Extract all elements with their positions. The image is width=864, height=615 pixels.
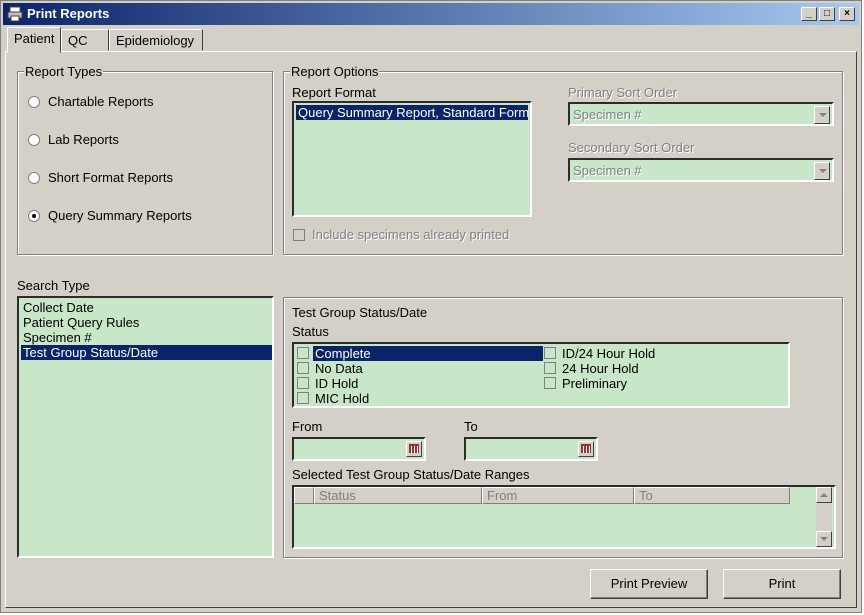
search-type-list[interactable]: Collect Date Patient Query Rules Specime… — [17, 296, 274, 558]
radio-label-chartable[interactable]: Chartable Reports — [48, 94, 154, 109]
secondary-sort-label: Secondary Sort Order — [568, 140, 695, 155]
status-item-24-hour-hold[interactable]: 24 Hour Hold — [560, 361, 639, 376]
ranges-row-header — [294, 487, 314, 504]
report-format-list[interactable]: Query Summary Report, Standard Format — [292, 101, 532, 217]
search-type-item[interactable]: Specimen # — [21, 330, 272, 345]
primary-sort-combo[interactable]: Specimen # — [568, 102, 834, 126]
status-checkbox-complete[interactable] — [297, 347, 309, 359]
secondary-sort-value: Specimen # — [573, 163, 642, 178]
report-format-label: Report Format — [292, 85, 376, 100]
status-checkbox-preliminary[interactable] — [544, 377, 556, 389]
primary-sort-value: Specimen # — [573, 107, 642, 122]
secondary-sort-dropdown-icon[interactable] — [814, 162, 830, 180]
ranges-col-status[interactable]: Status — [314, 487, 482, 504]
status-checkbox-id-hold[interactable] — [297, 377, 309, 389]
radio-label-lab[interactable]: Lab Reports — [48, 132, 119, 147]
tab-patient-label: Patient — [14, 31, 55, 46]
status-checklist[interactable]: Complete No Data ID Hold MIC Hold ID/24 … — [292, 342, 790, 408]
secondary-sort-combo[interactable]: Specimen # — [568, 158, 834, 182]
from-calendar-icon[interactable] — [406, 441, 422, 457]
status-item-complete[interactable]: Complete — [313, 346, 543, 361]
maximize-button[interactable]: □ — [819, 7, 835, 21]
status-item-id-hold[interactable]: ID Hold — [313, 376, 358, 391]
radio-chartable-reports[interactable] — [28, 96, 40, 108]
ranges-col-from[interactable]: From — [482, 487, 634, 504]
tab-qc[interactable]: QC — [61, 29, 109, 51]
to-date-field[interactable] — [464, 437, 598, 461]
search-type-item-selected[interactable]: Test Group Status/Date — [21, 345, 272, 360]
report-options-group: Report Options Report Format Query Summa… — [283, 64, 843, 255]
radio-query-summary-reports[interactable] — [28, 210, 40, 222]
ranges-col-to[interactable]: To — [634, 487, 790, 504]
ranges-label: Selected Test Group Status/Date Ranges — [292, 467, 530, 482]
from-date-field[interactable] — [292, 437, 426, 461]
tab-epidemiology[interactable]: Epidemiology — [109, 29, 203, 51]
print-button[interactable]: Print — [723, 569, 841, 599]
title-bar[interactable]: Print Reports _ □ × — [3, 3, 859, 25]
status-item-no-data[interactable]: No Data — [313, 361, 363, 376]
status-panel-title: Test Group Status/Date — [292, 305, 428, 320]
status-checkbox-id-24-hour-hold[interactable] — [544, 347, 556, 359]
report-types-group: Report Types Chartable Reports Lab Repor… — [17, 64, 273, 255]
to-calendar-icon[interactable] — [578, 441, 594, 457]
search-type-label: Search Type — [17, 278, 90, 293]
status-item-mic-hold[interactable]: MIC Hold — [313, 391, 369, 406]
scroll-up-icon[interactable] — [816, 487, 832, 503]
report-types-legend: Report Types — [24, 64, 104, 79]
radio-label-short-format[interactable]: Short Format Reports — [48, 170, 173, 185]
close-button[interactable]: × — [839, 7, 855, 21]
from-label: From — [292, 419, 323, 434]
printer-app-icon — [7, 6, 23, 22]
status-label: Status — [292, 324, 329, 339]
print-preview-button[interactable]: Print Preview — [590, 569, 708, 599]
status-item-id-24-hour-hold[interactable]: ID/24 Hour Hold — [560, 346, 655, 361]
tab-qc-label: QC — [68, 33, 88, 48]
primary-sort-dropdown-icon[interactable] — [814, 106, 830, 124]
radio-short-format-reports[interactable] — [28, 172, 40, 184]
report-options-legend: Report Options — [290, 64, 380, 79]
status-checkbox-no-data[interactable] — [297, 362, 309, 374]
ranges-scrollbar[interactable] — [816, 487, 832, 547]
include-printed-label[interactable]: Include specimens already printed — [312, 227, 509, 242]
radio-label-query-summary[interactable]: Query Summary Reports — [48, 208, 192, 223]
search-type-item[interactable]: Patient Query Rules — [21, 315, 272, 330]
to-label: To — [464, 419, 478, 434]
status-item-preliminary[interactable]: Preliminary — [560, 376, 627, 391]
status-checkbox-24-hour-hold[interactable] — [544, 362, 556, 374]
radio-lab-reports[interactable] — [28, 134, 40, 146]
minimize-button[interactable]: _ — [801, 7, 817, 21]
ranges-grid[interactable]: Status From To — [292, 485, 836, 549]
report-format-item[interactable]: Query Summary Report, Standard Format — [296, 105, 528, 120]
primary-sort-label: Primary Sort Order — [568, 85, 678, 100]
include-printed-checkbox[interactable] — [293, 229, 305, 241]
test-group-status-panel: Test Group Status/Date Status Complete N… — [283, 297, 843, 558]
scroll-down-icon[interactable] — [816, 531, 832, 547]
tab-patient[interactable]: Patient — [7, 27, 61, 53]
tab-epidemiology-label: Epidemiology — [116, 33, 195, 48]
search-type-item[interactable]: Collect Date — [21, 300, 272, 315]
window-title: Print Reports — [27, 6, 110, 21]
print-reports-window: Print Reports _ □ × Patient QC Epidemiol… — [0, 0, 862, 613]
status-checkbox-mic-hold[interactable] — [297, 392, 309, 404]
